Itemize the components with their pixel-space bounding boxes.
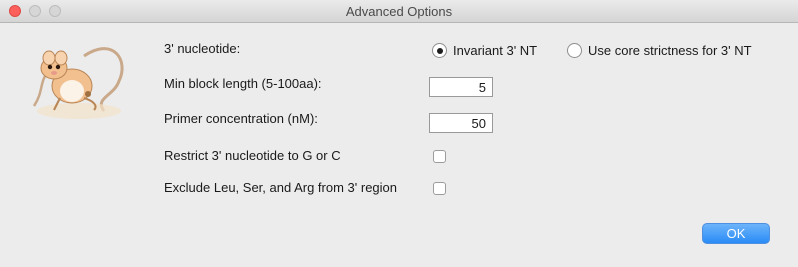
core-strictness-radio-label[interactable]: Use core strictness for 3' NT: [588, 43, 752, 58]
exclude-label: Exclude Leu, Ser, and Arg from 3' region: [164, 180, 398, 195]
window-title: Advanced Options: [345, 4, 453, 19]
invariant-radio[interactable]: [432, 43, 447, 58]
restrict-checkbox[interactable]: [433, 150, 446, 163]
restrict-label: Restrict 3' nucleotide to G or C: [164, 148, 341, 163]
core-strictness-radio[interactable]: [567, 43, 582, 58]
title-bar: Advanced Options: [0, 0, 798, 23]
kangaroo-rat-icon: [32, 47, 124, 119]
advanced-options-dialog: Advanced Options 3' nucleotide: Invarian…: [0, 0, 798, 267]
nucleotide-label: 3' nucleotide:: [164, 41, 241, 56]
ok-button[interactable]: OK: [702, 223, 770, 244]
primer-field[interactable]: 50: [429, 113, 493, 133]
min-block-label: Min block length (5-100aa):: [164, 76, 322, 91]
exclude-checkbox[interactable]: [433, 182, 446, 195]
min-block-field[interactable]: 5: [429, 77, 493, 97]
invariant-radio-label[interactable]: Invariant 3' NT: [453, 43, 537, 58]
primer-label: Primer concentration (nM):: [164, 111, 318, 126]
